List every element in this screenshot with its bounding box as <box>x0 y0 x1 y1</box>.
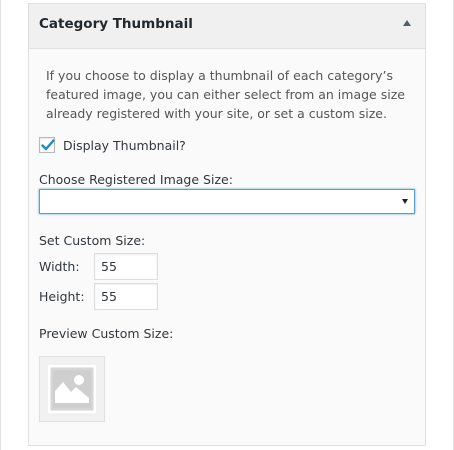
registered-size-select[interactable] <box>39 189 415 214</box>
custom-size-label: Set Custom Size: <box>39 233 146 248</box>
width-input[interactable]: 55 <box>94 253 158 280</box>
preview-thumbnail <box>39 356 105 422</box>
height-label: Height: <box>39 289 85 304</box>
registered-size-label: Choose Registered Image Size: <box>39 172 233 187</box>
width-label: Width: <box>39 259 80 274</box>
arrow-up-icon[interactable] <box>403 20 411 26</box>
width-row: Width: 55 <box>39 253 158 280</box>
display-thumbnail-checkbox[interactable] <box>39 137 55 153</box>
category-thumbnail-widget: Category Thumbnail If you choose to disp… <box>28 3 426 446</box>
display-thumbnail-label[interactable]: Display Thumbnail? <box>63 138 186 153</box>
chevron-down-icon <box>402 199 408 204</box>
widget-description: If you choose to display a thumbnail of … <box>46 68 405 121</box>
height-input[interactable]: 55 <box>94 283 158 310</box>
checkmark-icon <box>41 139 55 151</box>
widget-header[interactable]: Category Thumbnail <box>29 4 425 49</box>
height-row: Height: 55 <box>39 283 158 310</box>
image-placeholder-icon <box>48 365 96 413</box>
widget-title: Category Thumbnail <box>39 16 193 32</box>
display-thumbnail-row: Display Thumbnail? <box>39 137 186 153</box>
preview-label: Preview Custom Size: <box>39 326 174 341</box>
